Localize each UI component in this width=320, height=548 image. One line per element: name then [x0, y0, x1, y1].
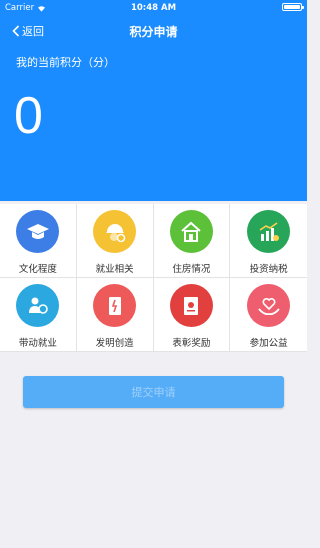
category-label: 住房情况: [172, 264, 211, 275]
category-label: 带动就业: [18, 338, 57, 349]
invention-document-icon: [93, 284, 137, 327]
points-value: 0: [14, 87, 43, 145]
category-award[interactable]: 表彰奖励: [153, 278, 231, 352]
category-investment[interactable]: 投资纳税: [230, 204, 307, 278]
status-time: 10:48 AM: [130, 3, 177, 13]
submit-button[interactable]: 提交申请: [23, 376, 284, 408]
category-label: 表彰奖励: [172, 338, 211, 349]
nav-bar: 返回 积分申请: [0, 18, 307, 44]
page-title: 积分申请: [129, 25, 178, 39]
category-invention[interactable]: 发明创造: [76, 278, 154, 352]
category-employment[interactable]: 就业相关: [76, 204, 154, 278]
category-label: 发明创造: [95, 338, 134, 349]
heart-hands-icon: [247, 284, 291, 327]
category-charity[interactable]: 参加公益: [230, 278, 307, 352]
worker-helmet-icon: [93, 210, 137, 253]
people-handshake-icon: [16, 284, 60, 327]
graduation-cap-icon: [16, 210, 60, 253]
investment-chart-icon: [247, 210, 291, 253]
points-label: 我的当前积分（分）: [16, 56, 115, 69]
category-label: 文化程度: [18, 264, 57, 275]
category-housing[interactable]: 住房情况: [153, 204, 231, 278]
category-label: 就业相关: [95, 264, 134, 275]
category-job-creation[interactable]: 带动就业: [0, 278, 77, 352]
category-label: 参加公益: [249, 338, 288, 349]
category-grid: 文化程度 就业相关 住房情况 投资纳税 带动就业 发明创造 表彰奖励 参加公益: [0, 204, 307, 352]
certificate-icon: [169, 284, 213, 327]
points-header: Carrier 10:48 AM 返回 积分申请 我的当前积分（分） 0: [0, 0, 307, 201]
battery-icon: [282, 3, 304, 11]
status-bar: Carrier 10:48 AM: [0, 0, 307, 14]
category-label: 投资纳税: [249, 264, 288, 275]
house-icon: [169, 210, 213, 253]
category-education[interactable]: 文化程度: [0, 204, 77, 278]
